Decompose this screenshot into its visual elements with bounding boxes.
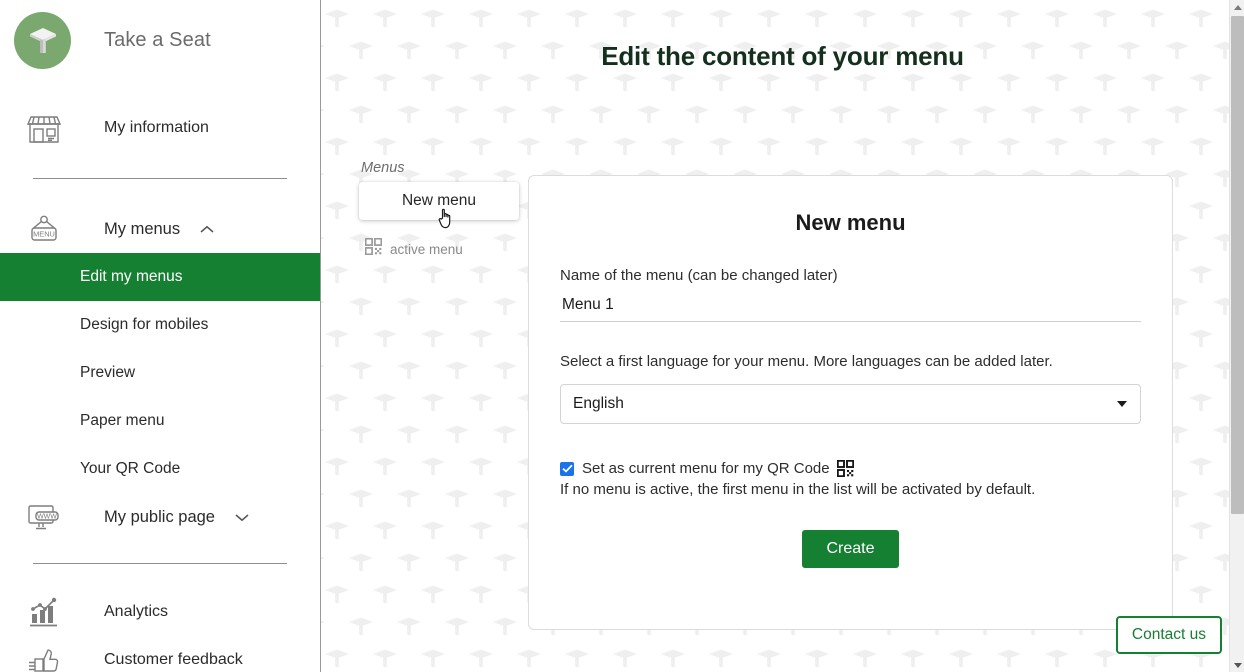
set-current-menu-helper-text: If no menu is active, the first menu in … <box>560 481 1036 498</box>
sidebar-subitem-label: Paper menu <box>80 412 165 429</box>
new-menu-form-card: New menu Name of the menu (can be change… <box>528 175 1173 630</box>
storefront-icon <box>20 111 68 145</box>
sidebar-item-customer-feedback[interactable]: Customer feedback <box>0 636 320 672</box>
chevron-up-icon[interactable] <box>200 222 214 236</box>
sidebar-group-label: My public page <box>104 507 215 526</box>
language-select-value: English <box>573 395 624 412</box>
app-window: Take a Seat My information MENU My menus… <box>0 0 1244 672</box>
new-menu-button[interactable]: New menu <box>359 182 519 229</box>
sidebar-subitem-edit-my-menus[interactable]: Edit my menus <box>0 253 320 301</box>
create-button[interactable]: Create <box>802 530 899 568</box>
qr-code-icon <box>836 460 854 477</box>
brand-title: Take a Seat <box>104 28 211 51</box>
form-body: Name of the menu (can be changed later) … <box>529 264 1172 568</box>
create-button-wrapper: Create <box>560 530 1141 568</box>
svg-text:WWW: WWW <box>37 514 57 521</box>
sidebar-item-label: Customer feedback <box>104 651 243 668</box>
sidebar-subitem-design-for-mobiles[interactable]: Design for mobiles <box>0 301 320 349</box>
brand-header[interactable]: Take a Seat <box>0 0 320 80</box>
bar-chart-icon <box>20 596 68 628</box>
sidebar-subitem-label: Preview <box>80 364 136 381</box>
set-current-menu-row[interactable]: Set as current menu for my QR Code <box>560 460 1141 477</box>
sidebar-subitem-preview[interactable]: Preview <box>0 349 320 397</box>
sidebar-group-my-public-page[interactable]: WWW My public page <box>0 493 320 541</box>
set-current-menu-label: Set as current menu for my QR Code <box>582 460 830 477</box>
new-menu-button-label: New menu <box>401 192 477 209</box>
menu-sign-icon: MENU <box>20 212 68 246</box>
sidebar-subitem-label: Design for mobiles <box>80 316 209 333</box>
scroll-up-arrow-icon[interactable] <box>1230 0 1244 14</box>
sidebar-subitem-your-qr-code[interactable]: Your QR Code <box>0 445 320 493</box>
form-title: New menu <box>795 210 906 235</box>
menu-name-label: Name of the menu (can be changed later) <box>560 267 838 284</box>
vertical-scrollbar[interactable] <box>1229 0 1244 672</box>
scroll-down-arrow-icon[interactable] <box>1230 658 1244 672</box>
language-select[interactable]: English <box>560 384 1141 424</box>
sidebar-item-label: Analytics <box>104 603 169 620</box>
sidebar-subitem-paper-menu[interactable]: Paper menu <box>0 397 320 445</box>
main-content: Edit the content of your menu Menus New … <box>321 0 1244 672</box>
sidebar-subitem-label: Edit my menus <box>80 268 183 285</box>
sidebar: Take a Seat My information MENU My menus… <box>0 0 321 672</box>
set-current-menu-checkbox[interactable] <box>560 461 574 476</box>
thumbs-up-icon <box>20 645 68 672</box>
contact-us-button[interactable]: Contact us <box>1115 616 1222 654</box>
www-monitor-icon: WWW <box>20 500 68 534</box>
chevron-down-icon[interactable] <box>235 510 249 524</box>
sidebar-subitem-label: Your QR Code <box>80 460 181 477</box>
active-menu-label: active menu <box>390 241 463 257</box>
sidebar-group-label: My menus <box>104 219 181 238</box>
qr-code-icon <box>364 237 383 260</box>
sidebar-item-my-information[interactable]: My information <box>0 104 320 152</box>
menu-name-input[interactable] <box>560 288 1141 322</box>
page-title: Edit the content of your menu <box>601 41 964 72</box>
sidebar-item-analytics[interactable]: Analytics <box>0 588 320 636</box>
scrollbar-thumb[interactable] <box>1231 16 1244 514</box>
language-select-wrapper: English <box>560 384 1141 424</box>
table-t-logo-icon <box>14 11 71 69</box>
menus-section-label: Menus <box>361 160 405 176</box>
svg-text:MENU: MENU <box>33 230 55 239</box>
sidebar-group-my-menus[interactable]: MENU My menus <box>0 205 320 253</box>
sidebar-item-label: My information <box>104 119 209 136</box>
language-label: Select a first language for your menu. M… <box>560 353 1053 370</box>
